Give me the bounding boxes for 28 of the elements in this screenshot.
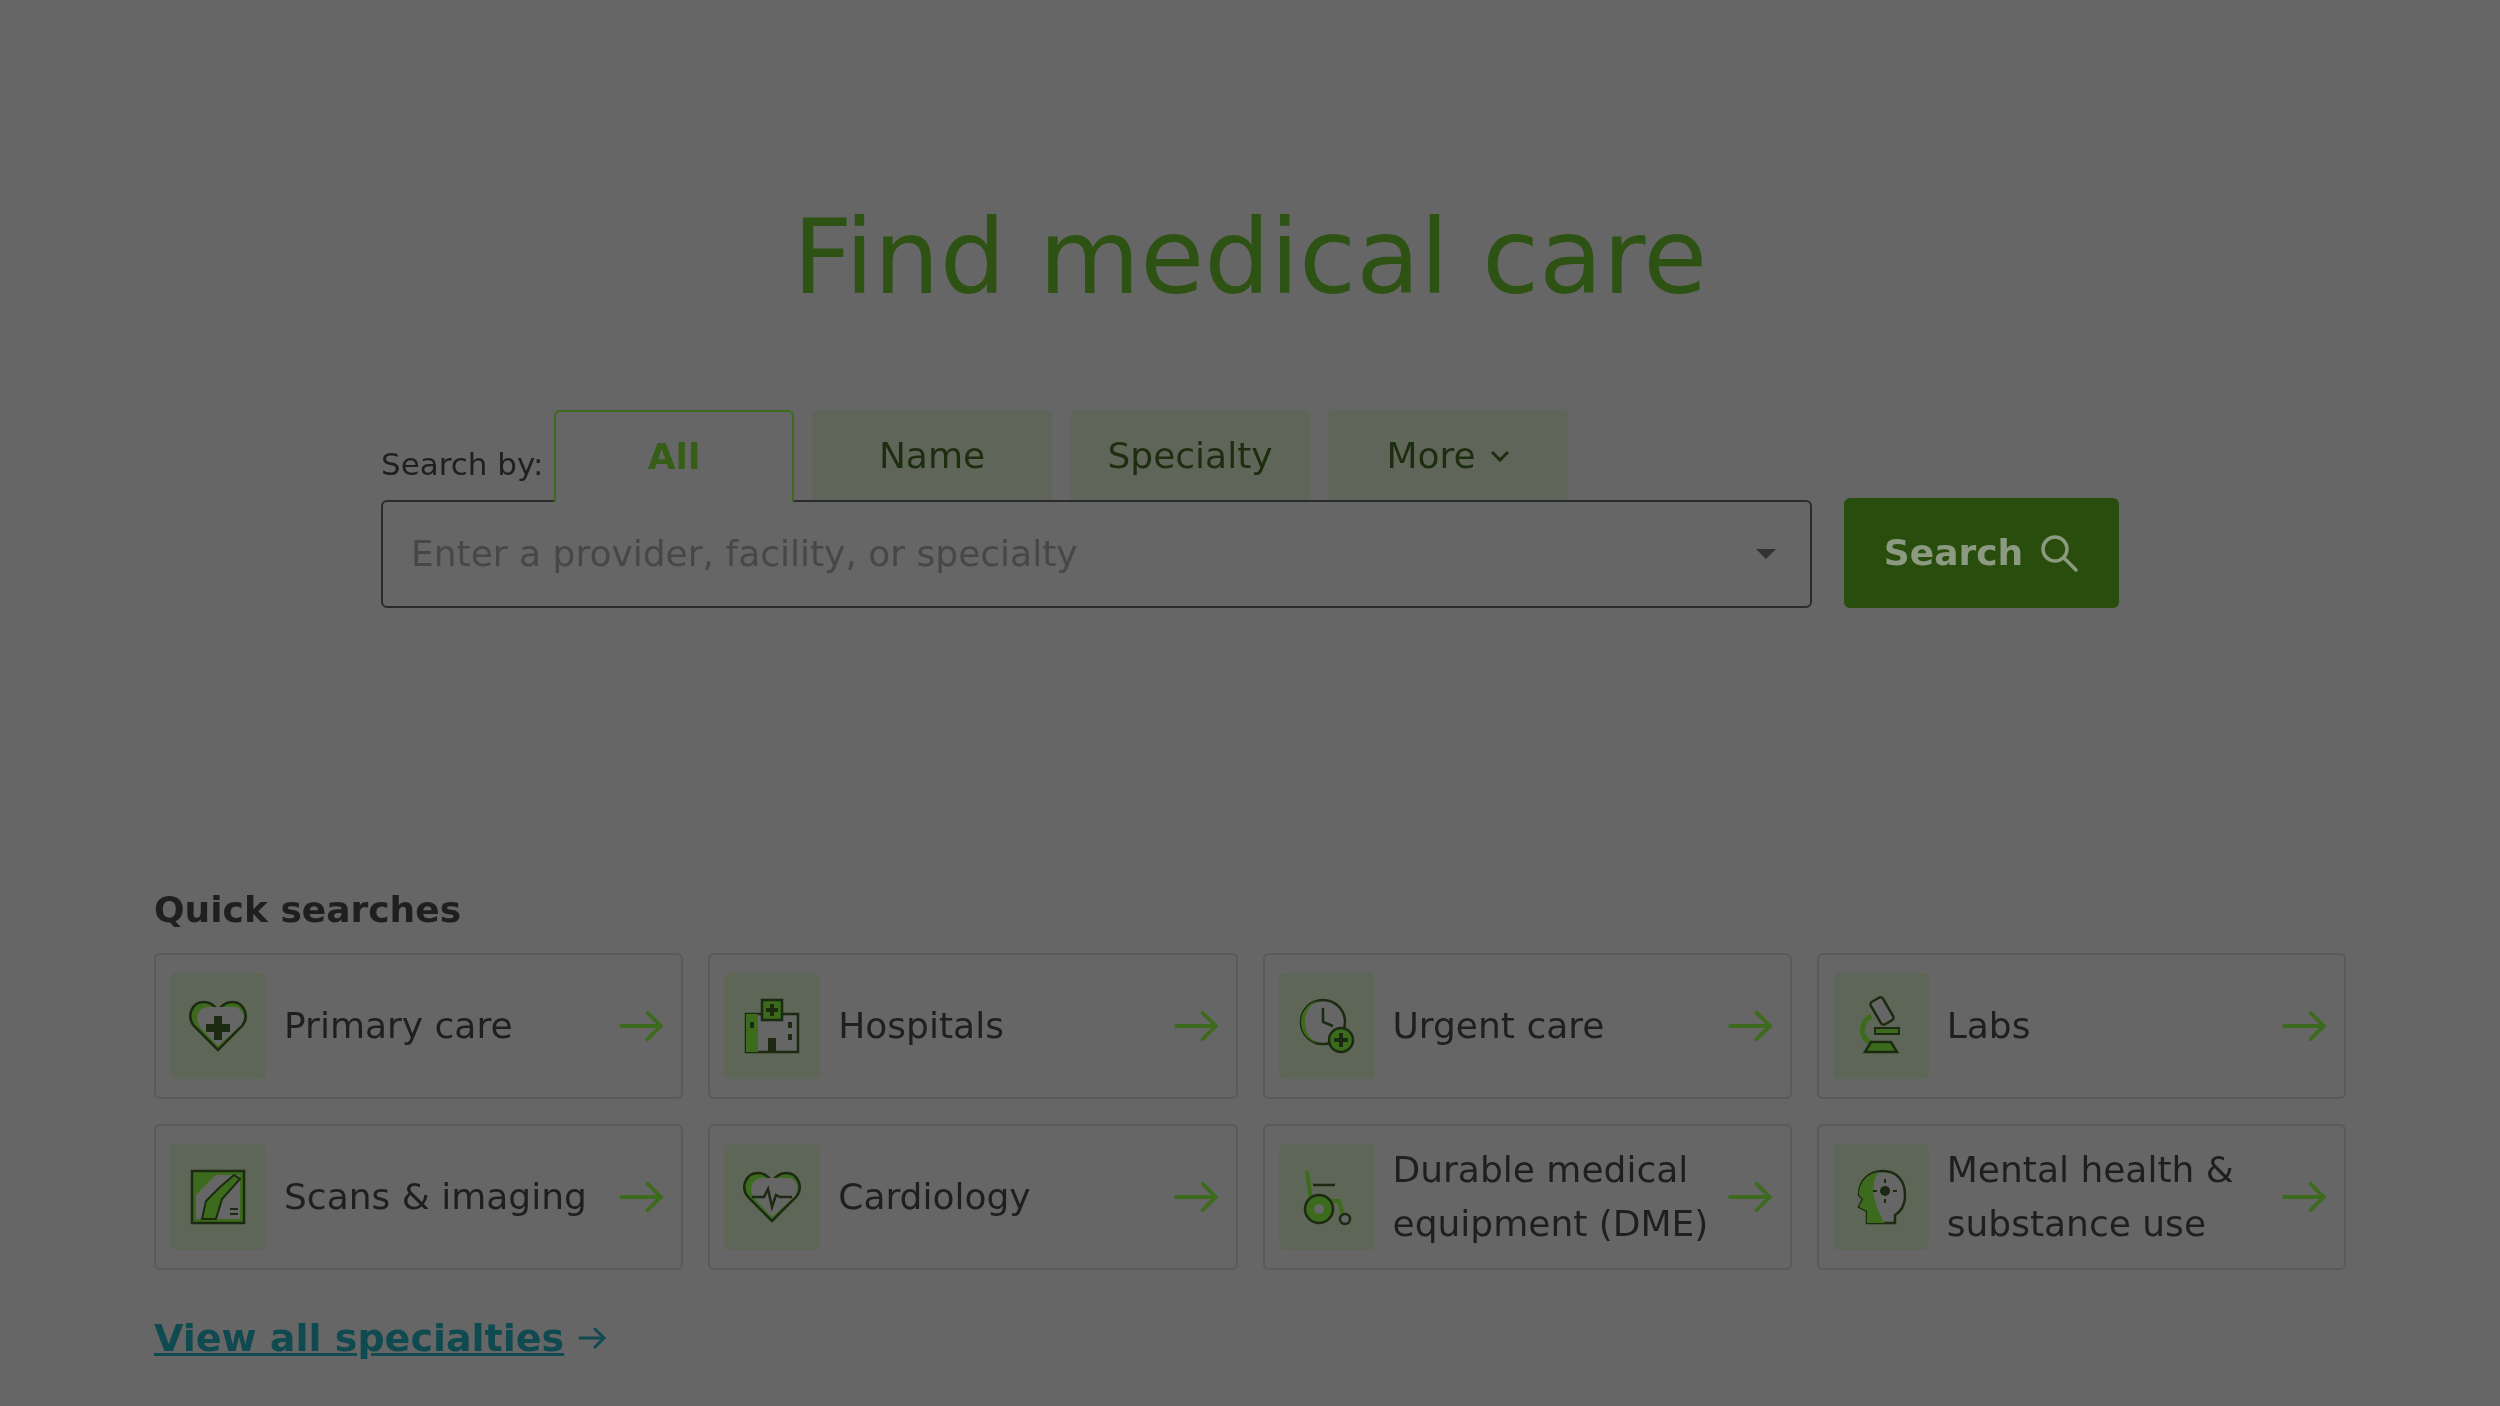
search-button[interactable]: Search xyxy=(1844,497,2119,608)
quick-search-card[interactable]: Durable medical equipment (DME) xyxy=(1262,1124,1792,1270)
quick-search-card[interactable]: Mental health & substance use xyxy=(1816,1124,2346,1270)
search-icon xyxy=(2039,532,2080,573)
search-by-label: Search by: xyxy=(381,445,545,485)
quick-search-card[interactable]: Urgent care xyxy=(1262,953,1792,1099)
card-label: Labs xyxy=(1946,1004,2032,1048)
chevron-down-icon xyxy=(1489,449,1510,462)
page-title: Find medical care xyxy=(791,195,1709,320)
quick-search-card[interactable]: Labs xyxy=(1816,953,2346,1099)
quick-search-card[interactable]: Hospitals xyxy=(708,953,1238,1099)
card-label: Primary care xyxy=(284,1004,514,1048)
card-label: Scans & imaging xyxy=(284,1175,588,1219)
arrow-right-icon xyxy=(578,1326,607,1351)
quick-search-card[interactable]: Primary care xyxy=(154,953,684,1099)
search-tab[interactable]: Name xyxy=(812,409,1052,500)
more-tab[interactable]: More xyxy=(1328,409,1568,500)
search-tab[interactable]: Specialty xyxy=(1070,409,1310,500)
quick-search-card[interactable]: Cardiology xyxy=(708,1124,1238,1270)
view-all-link[interactable]: View all specialties xyxy=(154,1310,607,1367)
card-label: Urgent care xyxy=(1392,1004,1606,1048)
dropdown-caret-icon xyxy=(1756,548,1776,559)
card-label: Mental health & substance use xyxy=(1946,1148,2235,1246)
card-label: Durable medical equipment (DME) xyxy=(1392,1148,1710,1246)
card-label: Hospitals xyxy=(838,1004,1005,1048)
quick-search-card[interactable]: Scans & imaging xyxy=(154,1124,684,1270)
card-label: Cardiology xyxy=(838,1175,1032,1219)
section-heading: Quick searches xyxy=(154,887,463,931)
